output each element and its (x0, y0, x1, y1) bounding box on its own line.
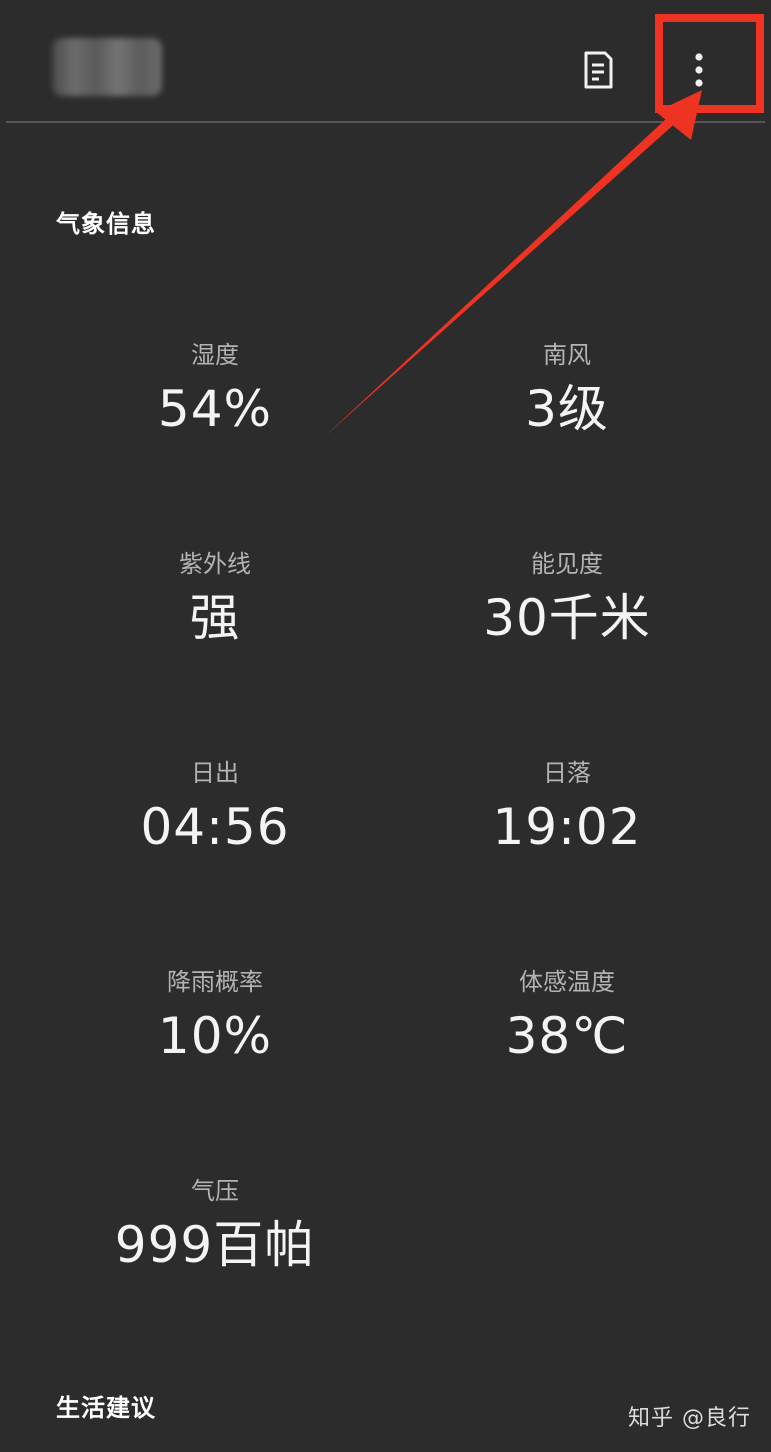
metric-label: 湿度 (191, 341, 239, 369)
metric-label: 日落 (543, 759, 591, 787)
metric-visibility: 能见度 30千米 (397, 549, 737, 649)
metric-value: 30千米 (483, 589, 651, 647)
metric-label: 紫外线 (179, 550, 251, 578)
metric-label: 降雨概率 (167, 968, 263, 996)
watermark: 知乎 @良行 (628, 1406, 751, 1431)
metric-value: 04:56 (140, 798, 290, 856)
metric-label: 体感温度 (519, 968, 615, 996)
metric-value: 999百帕 (114, 1216, 316, 1274)
metric-feels-like: 体感温度 38℃ (397, 967, 737, 1067)
metric-pressure: 气压 999百帕 (45, 1176, 385, 1276)
metric-label: 气压 (191, 1177, 239, 1205)
metric-sunset: 日落 19:02 (397, 758, 737, 858)
metric-wind: 南风 3级 (397, 340, 737, 440)
top-app-bar (0, 0, 771, 123)
header-divider (6, 121, 765, 123)
metric-value: 10% (157, 1007, 273, 1065)
notes-icon (584, 51, 613, 89)
metric-label: 能见度 (531, 550, 603, 578)
metric-label: 日出 (191, 759, 239, 787)
metric-value: 54% (157, 380, 273, 438)
section-title-life-advice: 生活建议 (56, 1394, 156, 1422)
more-vert-icon (695, 53, 703, 87)
notes-button[interactable] (574, 44, 622, 96)
more-options-button[interactable] (676, 44, 722, 96)
section-title-weather-info: 气象信息 (56, 210, 156, 238)
metric-value: 19:02 (492, 798, 642, 856)
metric-value: 38℃ (505, 1007, 629, 1065)
blurred-title (52, 38, 162, 96)
metric-humidity: 湿度 54% (45, 340, 385, 440)
metric-rain-probability: 降雨概率 10% (45, 967, 385, 1067)
metric-value: 3级 (525, 380, 609, 438)
metric-label: 南风 (543, 341, 591, 369)
metric-uv: 紫外线 强 (45, 549, 385, 649)
metric-sunrise: 日出 04:56 (45, 758, 385, 858)
metric-value: 强 (189, 589, 241, 647)
weather-detail-page: 气象信息 湿度 54% 南风 3级 紫外线 强 能见度 30千米 日出 04:5… (0, 0, 771, 1452)
